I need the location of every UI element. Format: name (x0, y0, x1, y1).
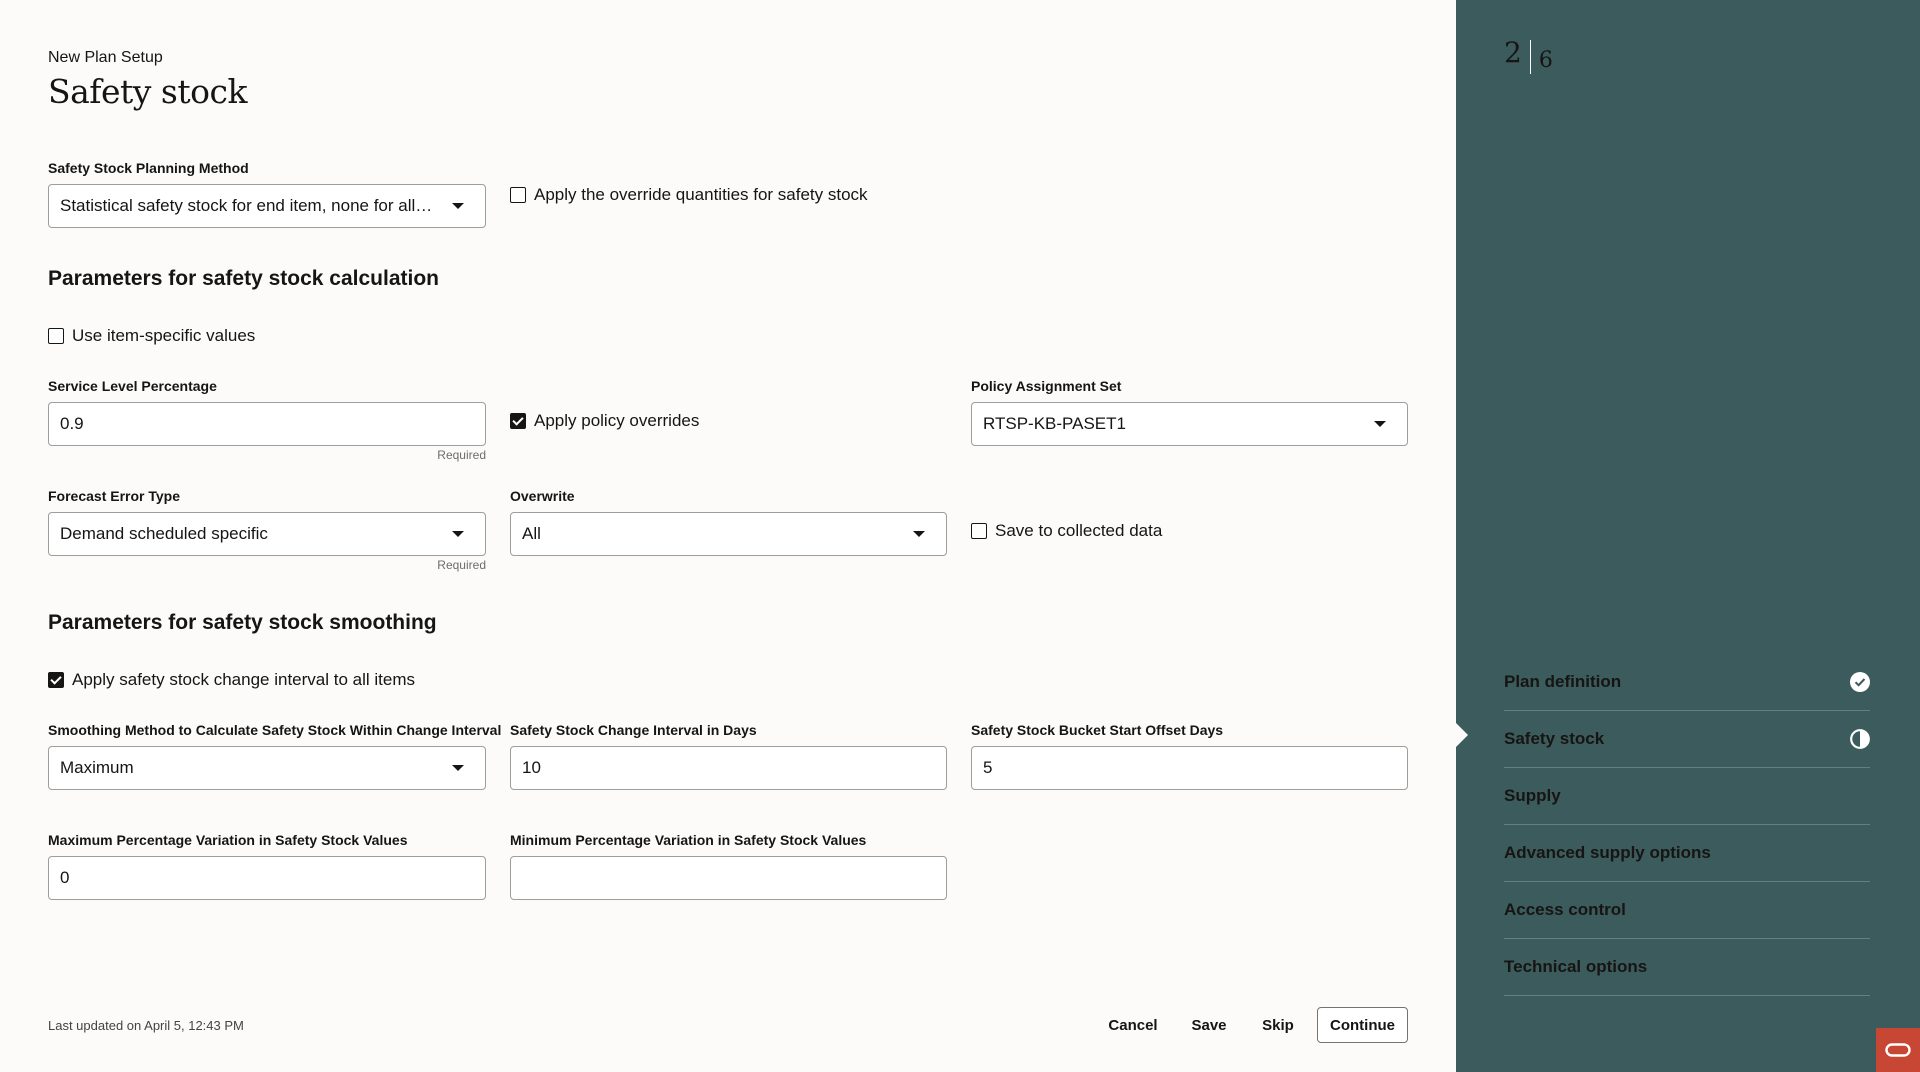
main-panel: New Plan Setup Safety stock Safety Stock… (0, 0, 1456, 1072)
min-variation-label: Minimum Percentage Variation in Safety S… (510, 832, 867, 848)
overwrite-value: All (522, 524, 541, 543)
forecast-error-label: Forecast Error Type (48, 488, 181, 504)
step-label: Technical options (1504, 957, 1648, 976)
smoothing-method-select[interactable]: Maximum (48, 746, 486, 790)
change-interval-input[interactable]: 10 (510, 746, 947, 790)
checkbox-checked-icon (48, 672, 64, 688)
step-technical-options[interactable]: Technical options (1504, 939, 1870, 996)
chevron-down-icon (1374, 421, 1386, 427)
max-variation-input[interactable]: 0 (48, 856, 486, 900)
step-divider (1529, 40, 1531, 74)
step-counter: 2 6 (1504, 36, 1553, 74)
bucket-offset-value: 5 (983, 758, 993, 777)
save-collected-checkbox[interactable]: Save to collected data (971, 521, 1162, 541)
override-quantities-checkbox[interactable]: Apply the override quantities for safety… (510, 185, 868, 205)
forecast-error-value: Demand scheduled specific (60, 524, 268, 543)
step-label: Supply (1504, 786, 1561, 805)
min-variation-input[interactable] (510, 856, 947, 900)
checkbox-icon (510, 187, 526, 203)
bucket-offset-label: Safety Stock Bucket Start Offset Days (971, 722, 1224, 738)
max-variation-value: 0 (60, 868, 70, 887)
planning-method-select[interactable]: Statistical safety stock for end item, n… (48, 184, 486, 228)
chevron-down-icon (913, 531, 925, 537)
checkbox-icon (48, 328, 64, 344)
policy-overrides-label: Apply policy overrides (534, 411, 700, 430)
policy-assignment-select[interactable]: RTSP-KB-PASET1 (971, 402, 1408, 446)
service-level-required-hint: Required (437, 448, 486, 462)
continue-button[interactable]: Continue (1317, 1007, 1408, 1043)
policy-assignment-label: Policy Assignment Set (971, 378, 1122, 394)
chevron-down-icon (452, 531, 464, 537)
step-label: Safety stock (1504, 729, 1605, 748)
forecast-error-select[interactable]: Demand scheduled specific (48, 512, 486, 556)
item-specific-checkbox[interactable]: Use item-specific values (48, 326, 255, 346)
policy-overrides-checkbox[interactable]: Apply policy overrides (510, 411, 699, 431)
overwrite-select[interactable]: All (510, 512, 947, 556)
policy-assignment-value: RTSP-KB-PASET1 (983, 414, 1126, 433)
chevron-down-icon (452, 203, 464, 209)
oracle-assistant-button[interactable] (1876, 1028, 1920, 1072)
forecast-error-required-hint: Required (437, 558, 486, 572)
step-list: Plan definition Safety stock Supply Adva… (1504, 654, 1870, 996)
overwrite-label: Overwrite (510, 488, 575, 504)
step-plan-definition[interactable]: Plan definition (1504, 654, 1870, 711)
current-step-number: 2 (1504, 36, 1522, 69)
max-variation-label: Maximum Percentage Variation in Safety S… (48, 832, 408, 848)
smoothing-section-title: Parameters for safety stock smoothing (48, 611, 437, 634)
step-advanced-supply-options[interactable]: Advanced supply options (1504, 825, 1870, 882)
oracle-logo-icon (1885, 1043, 1911, 1057)
step-label: Advanced supply options (1504, 843, 1711, 862)
save-button[interactable]: Save (1184, 1007, 1234, 1043)
override-quantities-label: Apply the override quantities for safety… (534, 185, 868, 204)
step-label: Access control (1504, 900, 1626, 919)
skip-button[interactable]: Skip (1252, 1007, 1304, 1043)
change-interval-label: Safety Stock Change Interval in Days (510, 722, 757, 738)
change-interval-value: 10 (522, 758, 541, 777)
smoothing-method-value: Maximum (60, 758, 134, 777)
total-steps-number: 6 (1538, 48, 1553, 73)
active-step-pointer (1456, 723, 1468, 747)
item-specific-label: Use item-specific values (72, 326, 256, 345)
planning-method-label: Safety Stock Planning Method (48, 160, 249, 176)
bucket-offset-input[interactable]: 5 (971, 746, 1408, 790)
checkbox-icon (971, 523, 987, 539)
checkbox-checked-icon (510, 413, 526, 429)
step-supply[interactable]: Supply (1504, 768, 1870, 825)
page-title: Safety stock (48, 72, 247, 111)
service-level-input[interactable]: 0.9 (48, 402, 486, 446)
last-updated-text: Last updated on April 5, 12:43 PM (48, 1018, 244, 1033)
step-safety-stock[interactable]: Safety stock (1504, 711, 1870, 768)
save-collected-label: Save to collected data (995, 521, 1163, 540)
cancel-button[interactable]: Cancel (1100, 1007, 1166, 1043)
chevron-down-icon (452, 765, 464, 771)
service-level-label: Service Level Percentage (48, 378, 217, 394)
calc-section-title: Parameters for safety stock calculation (48, 267, 440, 290)
apply-interval-checkbox[interactable]: Apply safety stock change interval to al… (48, 670, 415, 690)
half-circle-icon (1850, 729, 1870, 749)
apply-interval-label: Apply safety stock change interval to al… (72, 670, 415, 689)
check-circle-icon (1850, 672, 1870, 692)
step-label: Plan definition (1504, 672, 1622, 691)
breadcrumb: New Plan Setup (48, 49, 163, 66)
step-access-control[interactable]: Access control (1504, 882, 1870, 939)
service-level-value: 0.9 (60, 414, 84, 433)
planning-method-value: Statistical safety stock for end item, n… (60, 196, 436, 215)
smoothing-method-label: Smoothing Method to Calculate Safety Sto… (48, 722, 502, 738)
